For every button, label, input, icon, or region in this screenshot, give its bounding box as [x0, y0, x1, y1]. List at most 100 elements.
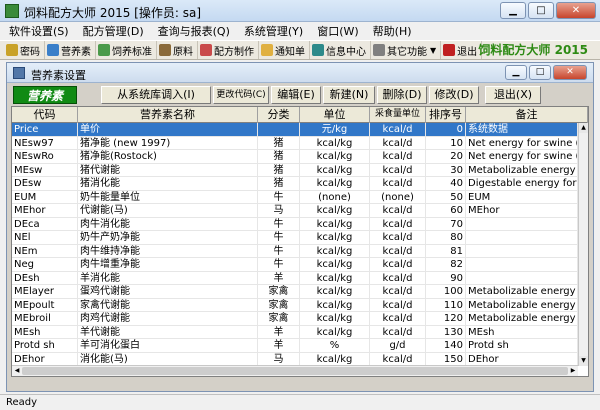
table-cell: 80: [426, 231, 466, 244]
new-button[interactable]: 新建(N): [323, 86, 375, 104]
menu-formula-management[interactable]: 配方管理(D): [76, 23, 151, 39]
child-close-button[interactable]: ✕: [553, 65, 587, 80]
import-from-system-button[interactable]: 从系统库调入(I): [101, 86, 211, 104]
close-button[interactable]: ✕: [556, 2, 596, 19]
table-cell: 猪净能(Rostock): [78, 150, 258, 163]
toolbar-button-ingredient[interactable]: 原料: [157, 41, 198, 59]
table-row[interactable]: MEsh 羊代谢能羊 kcal/kg kcal/d 130 MEsh: [12, 325, 578, 339]
table-row[interactable]: DEhor 消化能(马) 马 kcal/kg kcal/d 150 DEhor: [12, 352, 578, 366]
menu-window[interactable]: 窗口(W): [310, 23, 365, 39]
toolbar-button-exit[interactable]: 退出: [441, 41, 483, 59]
table-cell: 120: [426, 312, 466, 325]
toolbar-button-standard[interactable]: 饲养标准: [96, 41, 157, 59]
col-code-header[interactable]: 代码: [12, 107, 78, 123]
table-row[interactable]: NEsw97 猪净能 (new 1997) 猪 kcal/kg kcal/d 10 Net …: [12, 136, 578, 150]
table-cell: Protd sh: [12, 339, 78, 352]
child-maximize-button[interactable]: □: [529, 65, 551, 80]
col-unit-header[interactable]: 单位: [300, 107, 370, 123]
table-row[interactable]: DEca 肉牛消化能牛 kcal/kg kcal/d 70: [12, 217, 578, 231]
menu-system-management[interactable]: 系统管理(Y): [237, 23, 310, 39]
table-cell: 肉牛消化能: [78, 217, 258, 231]
scroll-up-icon[interactable]: ▲: [579, 123, 588, 133]
table-cell: 肉牛增重净能: [78, 258, 258, 271]
maximize-button[interactable]: □: [528, 2, 554, 19]
table-cell: 150: [426, 352, 466, 366]
toolbar-button-nutrient[interactable]: 营养素: [45, 41, 96, 59]
table-cell: kcal/kg: [300, 244, 370, 258]
table-cell: 羊: [258, 271, 300, 285]
exit-window-button[interactable]: 退出(X): [485, 86, 541, 104]
table-row[interactable]: MEhor 代谢能(马) 马 kcal/kg kcal/d 60 MEhor: [12, 204, 578, 218]
table-cell: 家禽: [258, 298, 300, 312]
minimize-button[interactable]: ▁: [500, 2, 526, 19]
table-cell: kcal/kg: [300, 312, 370, 325]
modify-button[interactable]: 修改(D): [429, 86, 479, 104]
table-cell: DEhor: [12, 352, 78, 366]
nutrient-settings-window: 营养素设置 ▁ □ ✕ 营养素 从系统库调入(I) 更改代码(C) 编辑(E) …: [6, 62, 594, 392]
table-row[interactable]: NEl 奶牛产奶净能牛 kcal/kg kcal/d 80: [12, 231, 578, 245]
horizontal-scrollbar[interactable]: ◀ ▶: [12, 365, 578, 376]
table-cell: 82: [426, 258, 466, 271]
toolbar-button-formula[interactable]: 配方制作: [198, 41, 259, 59]
table-row[interactable]: DEsh 羊消化能羊 kcal/kg kcal/d 90: [12, 271, 578, 285]
scroll-down-icon[interactable]: ▼: [579, 356, 588, 366]
table-row[interactable]: Protd sh 羊可消化蛋白羊% g/d 140 Protd sh: [12, 339, 578, 353]
scroll-thumb[interactable]: [22, 367, 568, 375]
menu-software-settings[interactable]: 软件设置(S): [2, 23, 76, 39]
col-order-header[interactable]: 排序号: [426, 107, 466, 123]
table-row[interactable]: MEbroil 肉鸡代谢能 家禽 kcal/kg kcal/d 120 Metaboliza…: [12, 312, 578, 326]
toolbar-button-more[interactable]: 其它功能 ▼: [371, 41, 442, 59]
vertical-scrollbar[interactable]: ▲ ▼: [578, 123, 588, 366]
table-cell: [466, 271, 578, 285]
child-minimize-button[interactable]: ▁: [505, 65, 527, 80]
table-row[interactable]: MEpoult 家禽代谢能 家禽 kcal/kg kcal/d 110 Metaboliza…: [12, 298, 578, 312]
table-cell: 猪: [258, 177, 300, 190]
table-cell: 羊可消化蛋白: [78, 339, 258, 352]
table-cell: 81: [426, 244, 466, 258]
exit-icon: [443, 44, 456, 56]
table-cell: kcal/kg: [300, 177, 370, 190]
col-name-header[interactable]: 营养素名称: [78, 107, 258, 123]
table-cell: Metabolizable energy broi: [466, 312, 578, 325]
table-cell: Metabolizable energy for s: [466, 163, 578, 177]
table-row[interactable]: EUM 奶牛能量单位牛 (none) (none) 50 EUM: [12, 190, 578, 204]
table-cell: kcal/d: [370, 312, 426, 325]
table-row[interactable]: Price 单价 元/kg kcal/d 0 系统数据: [12, 123, 578, 137]
table-cell: 60: [426, 204, 466, 217]
nutrient-table[interactable]: 代码 营养素名称 分类 单位 采食量单位 排序号 备注 Price 单价 元/kg k…: [11, 106, 589, 377]
table-cell: DEsh: [12, 271, 78, 285]
table-row[interactable]: Neg 肉牛增重净能牛 kcal/kg kcal/d 82: [12, 258, 578, 272]
toolbar-button-notice[interactable]: 通知单: [259, 41, 310, 59]
table-cell: Protd sh: [466, 339, 578, 352]
edit-button[interactable]: 编辑(E): [271, 86, 321, 104]
table-cell: MEhor: [466, 204, 578, 217]
table-cell: 羊消化能: [78, 271, 258, 285]
delete-button[interactable]: 删除(D): [377, 86, 427, 104]
menu-query-reports[interactable]: 查询与报表(Q): [151, 23, 237, 39]
table-row[interactable]: NEm 肉牛维持净能牛 kcal/kg kcal/d 81: [12, 244, 578, 258]
table-cell: (none): [300, 190, 370, 204]
toolbar-label: 饲养标准: [112, 46, 152, 58]
toolbar-button-key[interactable]: 密码: [4, 41, 45, 59]
table-cell: MEbroil: [12, 312, 78, 325]
table-cell: 猪: [258, 163, 300, 177]
table-cell: kcal/kg: [300, 217, 370, 231]
table-cell: NEl: [12, 231, 78, 244]
table-cell: kcal/d: [370, 285, 426, 298]
menu-help[interactable]: 帮助(H): [366, 23, 419, 39]
scroll-right-icon[interactable]: ▶: [568, 366, 578, 376]
table-row[interactable]: MEsw 猪代谢能猪 kcal/kg kcal/d 30 Metabolizable en…: [12, 163, 578, 177]
table-cell: MEsw: [12, 163, 78, 177]
col-intake-unit-header[interactable]: 采食量单位: [370, 107, 426, 123]
table-cell: 羊: [258, 339, 300, 352]
table-cell: 马: [258, 352, 300, 366]
toolbar-button-info-center[interactable]: 信息中心: [310, 41, 371, 59]
nutrient-tag: 营养素: [13, 86, 77, 104]
table-row[interactable]: MElayer 蛋鸡代谢能 家禽 kcal/kg kcal/d 100 Metaboliza…: [12, 285, 578, 299]
scroll-left-icon[interactable]: ◀: [12, 366, 22, 376]
col-category-header[interactable]: 分类: [258, 107, 300, 123]
change-code-button[interactable]: 更改代码(C): [213, 86, 269, 104]
table-row[interactable]: DEsw 猪消化能猪 kcal/kg kcal/d 40 Digestable energ…: [12, 177, 578, 191]
table-row[interactable]: NEswRo 猪净能(Rostock) 猪 kcal/kg kcal/d 20 Net en…: [12, 150, 578, 164]
col-remark-header[interactable]: 备注: [466, 107, 588, 123]
